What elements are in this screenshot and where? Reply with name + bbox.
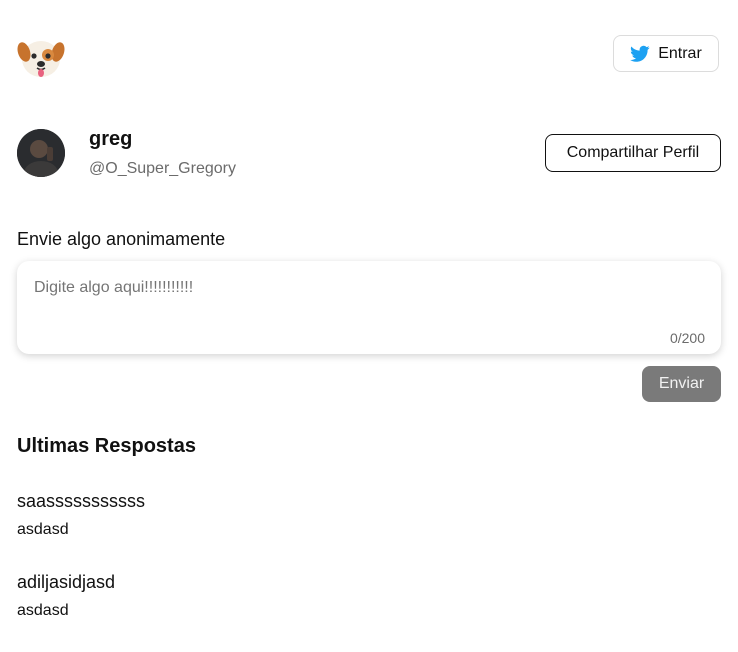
answer-text: asdasd bbox=[17, 602, 69, 619]
answer-question: saasssssssssss bbox=[17, 491, 146, 511]
char-counter: 0/200 bbox=[669, 330, 705, 346]
twitter-bird-icon bbox=[630, 45, 650, 63]
send-section-title: Envie algo anonimamente bbox=[17, 229, 226, 249]
avatar bbox=[17, 129, 65, 177]
profile-handle: @O_Super_Gregory bbox=[89, 160, 236, 177]
answers-list: saasssssssssss asdasd adiljasidjasd asda… bbox=[17, 490, 721, 652]
login-label: Entrar bbox=[658, 44, 702, 62]
message-input[interactable] bbox=[34, 279, 694, 319]
answers-title: Ultimas Respostas bbox=[17, 435, 196, 457]
answer-item: saasssssssssss asdasd bbox=[17, 490, 721, 571]
send-button[interactable]: Enviar bbox=[642, 366, 721, 402]
dog-face-icon[interactable] bbox=[17, 34, 65, 82]
answer-question: adiljasidjasd bbox=[17, 572, 116, 592]
profile-name: greg bbox=[89, 128, 133, 150]
share-profile-button[interactable]: Compartilhar Perfil bbox=[545, 134, 721, 172]
message-card: 0/200 bbox=[17, 261, 721, 354]
login-button[interactable]: Entrar bbox=[613, 35, 719, 72]
answer-text: asdasd bbox=[17, 521, 69, 538]
answer-item: adiljasidjasd asdasd bbox=[17, 571, 721, 652]
